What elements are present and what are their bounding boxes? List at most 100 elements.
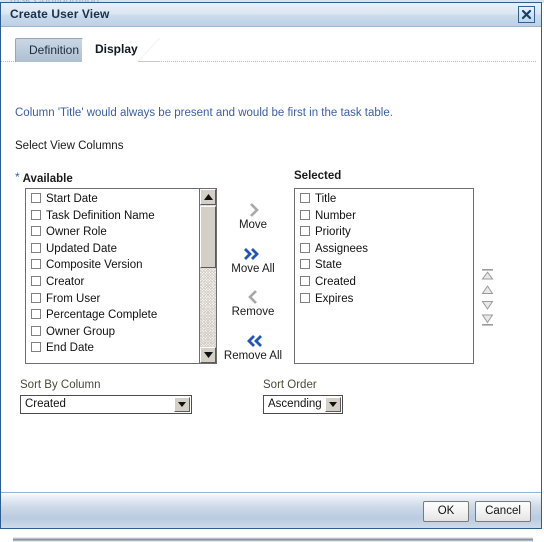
available-list-label: * Available (15, 170, 73, 185)
scroll-up-button[interactable] (200, 189, 216, 205)
sort-order-select[interactable]: Ascending (263, 395, 343, 414)
list-item-label: Updated Date (46, 242, 117, 255)
footer-separator (13, 537, 533, 542)
list-item-label: From User (46, 292, 101, 305)
tab-active-slope (138, 38, 160, 62)
selected-listbox[interactable]: Title Number Priority Assignees State Created… (294, 188, 474, 364)
cancel-button[interactable]: Cancel (475, 501, 531, 522)
close-icon (519, 9, 534, 20)
double-chevron-left-icon (216, 334, 290, 349)
available-scrollbar[interactable] (199, 189, 216, 363)
list-item-label: End Date (46, 342, 94, 355)
list-item-label: Created (315, 275, 356, 288)
list-item[interactable]: Expires (295, 291, 473, 308)
list-item-checkbox[interactable] (300, 292, 310, 303)
double-chevron-right-icon (216, 247, 290, 262)
list-item[interactable]: Composite Version (26, 257, 199, 274)
list-item-checkbox[interactable] (300, 242, 310, 253)
scrollbar-thumb[interactable] (200, 206, 216, 268)
list-item[interactable]: Created (295, 274, 473, 291)
dropdown-arrow-icon[interactable] (174, 397, 190, 412)
list-item-label: Composite Version (46, 259, 143, 272)
sort-order-label: Sort Order (263, 379, 317, 391)
info-message: Column 'Title' would always be present a… (15, 107, 393, 119)
dialog-titlebar: Create User View (1, 3, 541, 27)
list-item-label: State (315, 259, 342, 272)
available-listbox[interactable]: Start Date Task Definition Name Owner Role… (25, 188, 217, 364)
list-item-label: Start Date (46, 193, 98, 205)
move-to-top-icon (479, 269, 496, 281)
close-button[interactable] (518, 6, 535, 23)
list-item[interactable]: Start Date (26, 191, 199, 208)
remove-all-button[interactable]: Remove All (216, 334, 290, 362)
move-button-label: Move (238, 219, 268, 231)
list-item-checkbox[interactable] (31, 342, 41, 353)
tab-strip: Definition Display (1, 36, 541, 63)
list-item[interactable]: Task Definition Name (26, 208, 199, 225)
scroll-down-button[interactable] (200, 347, 216, 363)
dialog-footer: OK Cancel (1, 492, 541, 528)
list-item-checkbox[interactable] (300, 209, 310, 220)
ok-button[interactable]: OK (423, 501, 469, 522)
list-item-checkbox[interactable] (31, 209, 41, 220)
sort-by-column-select[interactable]: Created (20, 395, 192, 414)
list-item-checkbox[interactable] (31, 275, 41, 286)
selected-list-label: Selected (294, 170, 342, 182)
triangle-up-icon (201, 194, 215, 200)
list-item-checkbox[interactable] (300, 275, 310, 286)
list-item[interactable]: Title (295, 191, 473, 208)
remove-button-label: Remove (231, 306, 275, 318)
single-chevron-right-icon (216, 203, 290, 218)
available-label-text: Available (22, 173, 73, 185)
list-item-checkbox[interactable] (31, 325, 41, 336)
remove-all-button-label: Remove All (223, 350, 283, 362)
list-item[interactable]: Owner Group (26, 324, 199, 341)
list-item[interactable]: Updated Date (26, 241, 199, 258)
sort-order-value: Ascending (268, 398, 322, 410)
list-item-checkbox[interactable] (300, 193, 310, 203)
list-item-label: Creator (46, 275, 85, 288)
list-item-checkbox[interactable] (31, 242, 41, 253)
dropdown-arrow-icon[interactable] (325, 397, 341, 412)
move-to-bottom-icon (479, 314, 496, 326)
list-item-checkbox[interactable] (31, 259, 41, 270)
move-button[interactable]: Move (216, 203, 290, 231)
list-item-label: Owner Role (46, 226, 107, 239)
move-to-top-button[interactable] (479, 269, 496, 283)
list-item[interactable]: Percentage Complete (26, 307, 199, 324)
list-item[interactable]: End Date (26, 340, 199, 357)
list-item-checkbox[interactable] (31, 226, 41, 237)
reorder-button-group (479, 268, 496, 328)
selected-items: Title Number Priority Assignees State Created… (295, 191, 473, 363)
move-down-button[interactable] (479, 299, 496, 313)
list-item-checkbox[interactable] (300, 259, 310, 270)
move-to-bottom-button[interactable] (479, 314, 496, 328)
tab-definition[interactable]: Definition (15, 38, 92, 62)
required-marker: * (15, 170, 20, 184)
move-up-button[interactable] (479, 284, 496, 298)
move-up-icon (479, 284, 496, 296)
list-item-label: Assignees (315, 242, 369, 255)
list-item-label: Title (315, 193, 337, 205)
list-item-checkbox[interactable] (300, 226, 310, 237)
list-item-checkbox[interactable] (31, 292, 41, 303)
list-item-label: Expires (315, 292, 354, 305)
move-all-button[interactable]: Move All (216, 247, 290, 275)
dialog-title: Create User View (10, 7, 110, 21)
remove-button[interactable]: Remove (216, 290, 290, 318)
sort-by-column-label: Sort By Column (20, 379, 101, 391)
list-item-checkbox[interactable] (31, 193, 41, 203)
list-item-label: Priority (315, 226, 351, 239)
list-item[interactable]: Creator (26, 274, 199, 291)
list-item[interactable]: Priority (295, 224, 473, 241)
list-item-checkbox[interactable] (31, 309, 41, 320)
list-item[interactable]: State (295, 257, 473, 274)
create-user-view-dialog: Create User View Definition Display Colu… (0, 2, 542, 542)
move-down-icon (479, 299, 496, 311)
list-item[interactable]: From User (26, 291, 199, 308)
single-chevron-left-icon (216, 290, 290, 305)
list-item[interactable]: Owner Role (26, 224, 199, 241)
list-item-label: Number (315, 209, 356, 222)
list-item[interactable]: Assignees (295, 241, 473, 258)
list-item[interactable]: Number (295, 208, 473, 225)
